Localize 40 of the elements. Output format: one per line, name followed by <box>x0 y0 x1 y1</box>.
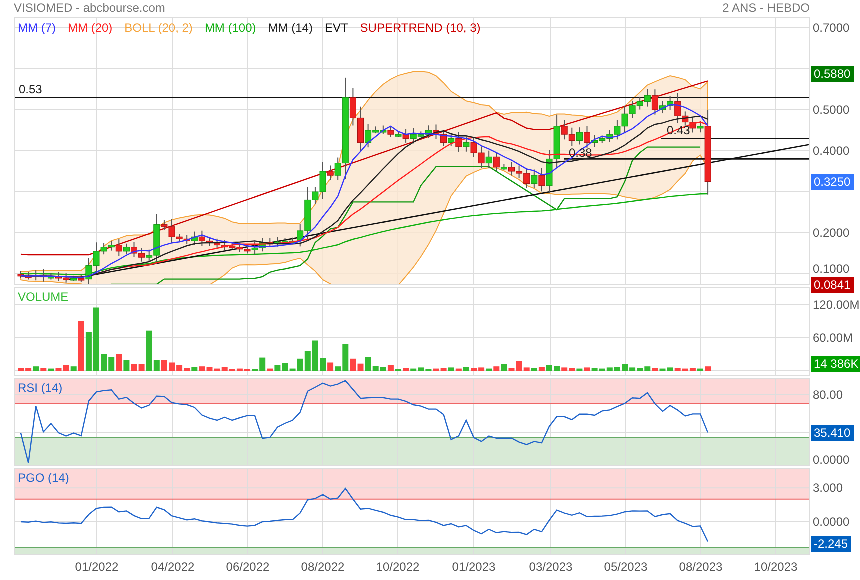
legend-item: MM (7) <box>18 21 56 35</box>
axis-label: 80.00 <box>813 388 844 402</box>
price-badge: -2.245 <box>811 536 852 552</box>
panel-title: RSI (14) <box>18 381 63 395</box>
site-title: VISIOMED - abcbourse.com <box>14 0 166 17</box>
axis-label: 0.2000 <box>813 226 850 240</box>
panel-title: PGO (14) <box>18 471 70 485</box>
legend-item: MM (100) <box>204 21 256 35</box>
price-badge: 14 386K <box>811 356 860 372</box>
legend-item: EVT <box>324 21 348 35</box>
price-badge: 35.410 <box>811 424 854 441</box>
legend-item: BOLL (20, 2) <box>124 21 193 35</box>
axis-label: 0.7000 <box>813 21 850 35</box>
axis-label: 10/2023 <box>754 560 798 574</box>
axis-label: 120.00M <box>813 298 860 312</box>
axis-label: 10/2022 <box>376 560 420 574</box>
axis-label: 03/2023 <box>529 560 573 574</box>
axis-label: 04/2022 <box>151 560 195 574</box>
axis-label: 01/2023 <box>452 560 496 574</box>
price-badge: 0.3250 <box>811 174 854 190</box>
price-badge: 0.0841 <box>811 277 854 293</box>
axis-label: 01/2022 <box>75 560 119 574</box>
level-label: 0.53 <box>19 82 42 97</box>
axis-label: 06/2022 <box>226 560 270 574</box>
axis-label: 0.1000 <box>813 262 850 276</box>
axis-label: 08/2022 <box>301 560 345 574</box>
legend-item: SUPERTREND (10, 3) <box>360 21 481 35</box>
axis-label: 3.000 <box>813 481 844 496</box>
axis-label: 0.0000 <box>813 515 850 529</box>
price-badge: 0.5880 <box>811 66 854 82</box>
axis-label: 05/2023 <box>604 560 648 574</box>
legend-item: MM (14) <box>268 21 313 35</box>
axis-label: 0.0000 <box>813 453 850 467</box>
axis-label: 08/2023 <box>679 560 723 574</box>
period-label: 2 ANS - HEBDO <box>722 0 810 17</box>
panel-title: VOLUME <box>18 290 69 304</box>
axis-label: 0.4000 <box>813 144 850 158</box>
axis-label: 0.5000 <box>813 103 850 117</box>
legend-item: MM (20) <box>68 21 113 35</box>
axis-label: 60.00M <box>813 331 854 345</box>
